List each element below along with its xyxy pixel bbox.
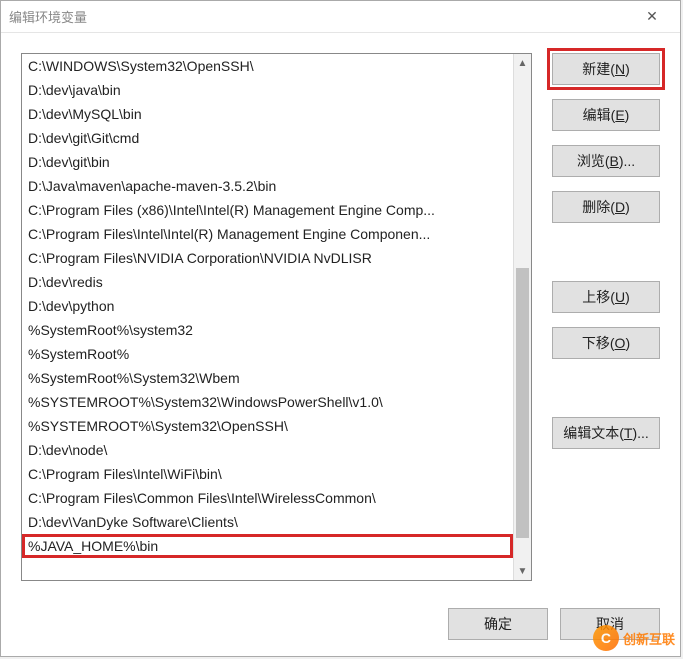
list-item[interactable]: D:\dev\git\Git\cmd: [22, 126, 513, 150]
cancel-button[interactable]: 取消: [560, 608, 660, 640]
list-item[interactable]: %SystemRoot%\System32\Wbem: [22, 366, 513, 390]
new-button[interactable]: 新建(N): [552, 53, 660, 85]
edit-text-button[interactable]: 编辑文本(T)...: [552, 417, 660, 449]
move-up-button[interactable]: 上移(U): [552, 281, 660, 313]
list-item[interactable]: D:\dev\redis: [22, 270, 513, 294]
dialog-title: 编辑环境变量: [9, 7, 87, 26]
move-down-button[interactable]: 下移(O): [552, 327, 660, 359]
list-item[interactable]: %SystemRoot%: [22, 342, 513, 366]
scroll-up-icon[interactable]: ▲: [514, 54, 531, 72]
list-item[interactable]: C:\Program Files (x86)\Intel\Intel(R) Ma…: [22, 198, 513, 222]
list-item[interactable]: C:\Program Files\Intel\WiFi\bin\: [22, 462, 513, 486]
list-item[interactable]: D:\dev\node\: [22, 438, 513, 462]
list-item[interactable]: D:\dev\VanDyke Software\Clients\: [22, 510, 513, 534]
browse-button[interactable]: 浏览(B)...: [552, 145, 660, 177]
scroll-track[interactable]: [514, 72, 531, 562]
delete-button[interactable]: 删除(D): [552, 191, 660, 223]
edit-button[interactable]: 编辑(E): [552, 99, 660, 131]
list-item[interactable]: C:\Program Files\Common Files\Intel\Wire…: [22, 486, 513, 510]
close-button[interactable]: ✕: [632, 3, 672, 31]
list-item[interactable]: C:\Program Files\Intel\Intel(R) Manageme…: [22, 222, 513, 246]
list-item[interactable]: C:\WINDOWS\System32\OpenSSH\: [22, 54, 513, 78]
list-item[interactable]: D:\Java\maven\apache-maven-3.5.2\bin: [22, 174, 513, 198]
titlebar: 编辑环境变量 ✕: [1, 1, 680, 33]
scroll-thumb[interactable]: [516, 268, 529, 538]
list-item[interactable]: %SystemRoot%\system32: [22, 318, 513, 342]
button-column: 新建(N) 编辑(E) 浏览(B)... 删除(D) 上移(U) 下移(O): [552, 53, 660, 600]
close-icon: ✕: [646, 8, 658, 25]
list-item[interactable]: %SYSTEMROOT%\System32\WindowsPowerShell\…: [22, 390, 513, 414]
list-item[interactable]: %JAVA_HOME%\bin: [22, 534, 513, 558]
list-item[interactable]: D:\dev\MySQL\bin: [22, 102, 513, 126]
list-item[interactable]: D:\dev\git\bin: [22, 150, 513, 174]
scroll-down-icon[interactable]: ▼: [514, 562, 531, 580]
dialog-window: 编辑环境变量 ✕ C:\WINDOWS\System32\OpenSSH\D:\…: [0, 0, 681, 657]
list-item[interactable]: C:\Program Files\NVIDIA Corporation\NVID…: [22, 246, 513, 270]
ok-button[interactable]: 确定: [448, 608, 548, 640]
list-item[interactable]: %SYSTEMROOT%\System32\OpenSSH\: [22, 414, 513, 438]
path-listbox[interactable]: C:\WINDOWS\System32\OpenSSH\D:\dev\java\…: [21, 53, 532, 581]
list-item[interactable]: D:\dev\python: [22, 294, 513, 318]
footer: 确定 取消: [1, 600, 680, 656]
content-area: C:\WINDOWS\System32\OpenSSH\D:\dev\java\…: [1, 33, 680, 600]
scrollbar[interactable]: ▲ ▼: [513, 54, 531, 580]
list-item[interactable]: D:\dev\java\bin: [22, 78, 513, 102]
